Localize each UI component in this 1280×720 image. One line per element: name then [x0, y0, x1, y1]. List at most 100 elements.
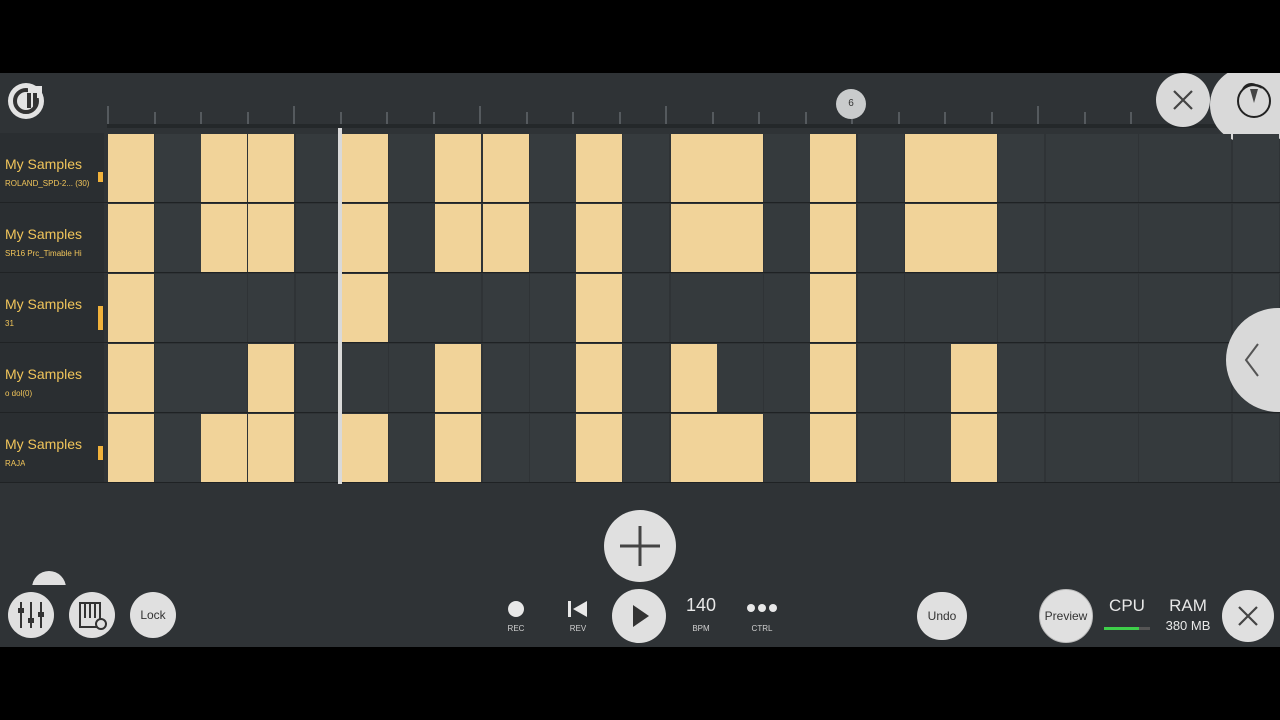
- step-button[interactable]: [997, 344, 1044, 412]
- step-button[interactable]: [951, 134, 997, 202]
- step-button[interactable]: [1045, 274, 1092, 342]
- step-button[interactable]: [1092, 204, 1138, 272]
- step-button[interactable]: [810, 204, 856, 272]
- step-button[interactable]: [154, 134, 201, 202]
- step-button[interactable]: [435, 414, 481, 482]
- step-button[interactable]: [1138, 344, 1185, 412]
- step-button[interactable]: [717, 274, 763, 342]
- step-button[interactable]: [858, 274, 904, 342]
- step-button[interactable]: [1092, 274, 1138, 342]
- play-button[interactable]: [612, 589, 666, 643]
- step-button[interactable]: [342, 414, 388, 482]
- step-button[interactable]: [951, 274, 997, 342]
- step-button[interactable]: [810, 134, 856, 202]
- step-button[interactable]: [717, 134, 763, 202]
- bar-marker[interactable]: 6: [836, 89, 866, 119]
- step-button[interactable]: [1185, 204, 1231, 272]
- step-button[interactable]: [435, 204, 481, 272]
- mixer-button[interactable]: [8, 592, 54, 638]
- step-button[interactable]: [904, 344, 951, 412]
- rewind-button[interactable]: REV: [558, 593, 598, 639]
- step-button[interactable]: [342, 344, 388, 412]
- step-button[interactable]: [529, 204, 576, 272]
- step-button[interactable]: [904, 274, 951, 342]
- step-button[interactable]: [670, 414, 717, 482]
- step-button[interactable]: [154, 274, 201, 342]
- step-button[interactable]: [483, 274, 529, 342]
- step-button[interactable]: [483, 134, 529, 202]
- step-button[interactable]: [576, 134, 622, 202]
- step-button[interactable]: [622, 274, 669, 342]
- step-button[interactable]: [997, 274, 1044, 342]
- step-button[interactable]: [717, 414, 763, 482]
- step-button[interactable]: [810, 414, 856, 482]
- step-button[interactable]: [576, 274, 622, 342]
- close-icon[interactable]: [1156, 73, 1210, 127]
- step-button[interactable]: [904, 414, 951, 482]
- undo-button[interactable]: Undo: [917, 592, 967, 640]
- step-button[interactable]: [1045, 204, 1092, 272]
- step-button[interactable]: [1045, 414, 1092, 482]
- step-button[interactable]: [435, 274, 481, 342]
- close-button[interactable]: [1222, 590, 1274, 642]
- step-button[interactable]: [576, 414, 622, 482]
- lock-button[interactable]: Lock: [130, 592, 176, 638]
- step-button[interactable]: [154, 414, 201, 482]
- step-button[interactable]: [154, 204, 201, 272]
- step-button[interactable]: [388, 274, 435, 342]
- step-button[interactable]: [201, 344, 247, 412]
- step-button[interactable]: [1233, 134, 1279, 202]
- step-button[interactable]: [1138, 414, 1185, 482]
- channel-header[interactable]: My Samples SR16 Prc_Timable Hi: [0, 203, 104, 272]
- step-button[interactable]: [670, 134, 717, 202]
- step-button[interactable]: [388, 344, 435, 412]
- step-button[interactable]: [763, 134, 810, 202]
- step-button[interactable]: [388, 414, 435, 482]
- step-button[interactable]: [1092, 344, 1138, 412]
- timeline-ruler[interactable]: [107, 73, 1280, 128]
- step-button[interactable]: [483, 344, 529, 412]
- step-button[interactable]: [1138, 204, 1185, 272]
- step-button[interactable]: [763, 344, 810, 412]
- step-button[interactable]: [201, 204, 247, 272]
- step-button[interactable]: [529, 134, 576, 202]
- step-button[interactable]: [1138, 134, 1185, 202]
- step-button[interactable]: [154, 344, 201, 412]
- step-button[interactable]: [997, 134, 1044, 202]
- step-button[interactable]: [108, 344, 154, 412]
- step-button[interactable]: [576, 204, 622, 272]
- step-button[interactable]: [1233, 414, 1279, 482]
- channel-header[interactable]: My Samples RAJA: [0, 413, 104, 482]
- step-button[interactable]: [997, 414, 1044, 482]
- step-button[interactable]: [622, 204, 669, 272]
- channel-header[interactable]: My Samples ROLAND_SPD-2... (30): [0, 133, 104, 202]
- step-button[interactable]: [342, 204, 388, 272]
- playhead[interactable]: [338, 128, 342, 484]
- step-button[interactable]: [997, 204, 1044, 272]
- tempo-display[interactable]: 140 BPM: [680, 593, 722, 639]
- channel-header[interactable]: My Samples o dol(0): [0, 343, 104, 412]
- step-button[interactable]: [763, 204, 810, 272]
- step-button[interactable]: [1092, 414, 1138, 482]
- step-button[interactable]: [295, 344, 342, 412]
- step-button[interactable]: [951, 414, 997, 482]
- step-button[interactable]: [295, 414, 342, 482]
- step-button[interactable]: [342, 274, 388, 342]
- step-button[interactable]: [529, 414, 576, 482]
- step-button[interactable]: [670, 274, 717, 342]
- record-button[interactable]: REC: [496, 593, 536, 639]
- step-button[interactable]: [810, 274, 856, 342]
- step-button[interactable]: [201, 414, 247, 482]
- step-button[interactable]: [1138, 274, 1185, 342]
- step-button[interactable]: [529, 344, 576, 412]
- step-button[interactable]: [1092, 134, 1138, 202]
- channel-header[interactable]: My Samples 31: [0, 273, 104, 342]
- step-button[interactable]: [717, 344, 763, 412]
- step-button[interactable]: [763, 414, 810, 482]
- step-button[interactable]: [1185, 414, 1231, 482]
- step-button[interactable]: [904, 134, 951, 202]
- step-button[interactable]: [622, 134, 669, 202]
- step-button[interactable]: [201, 274, 247, 342]
- step-button[interactable]: [435, 134, 481, 202]
- ctrl-button[interactable]: CTRL: [742, 593, 782, 639]
